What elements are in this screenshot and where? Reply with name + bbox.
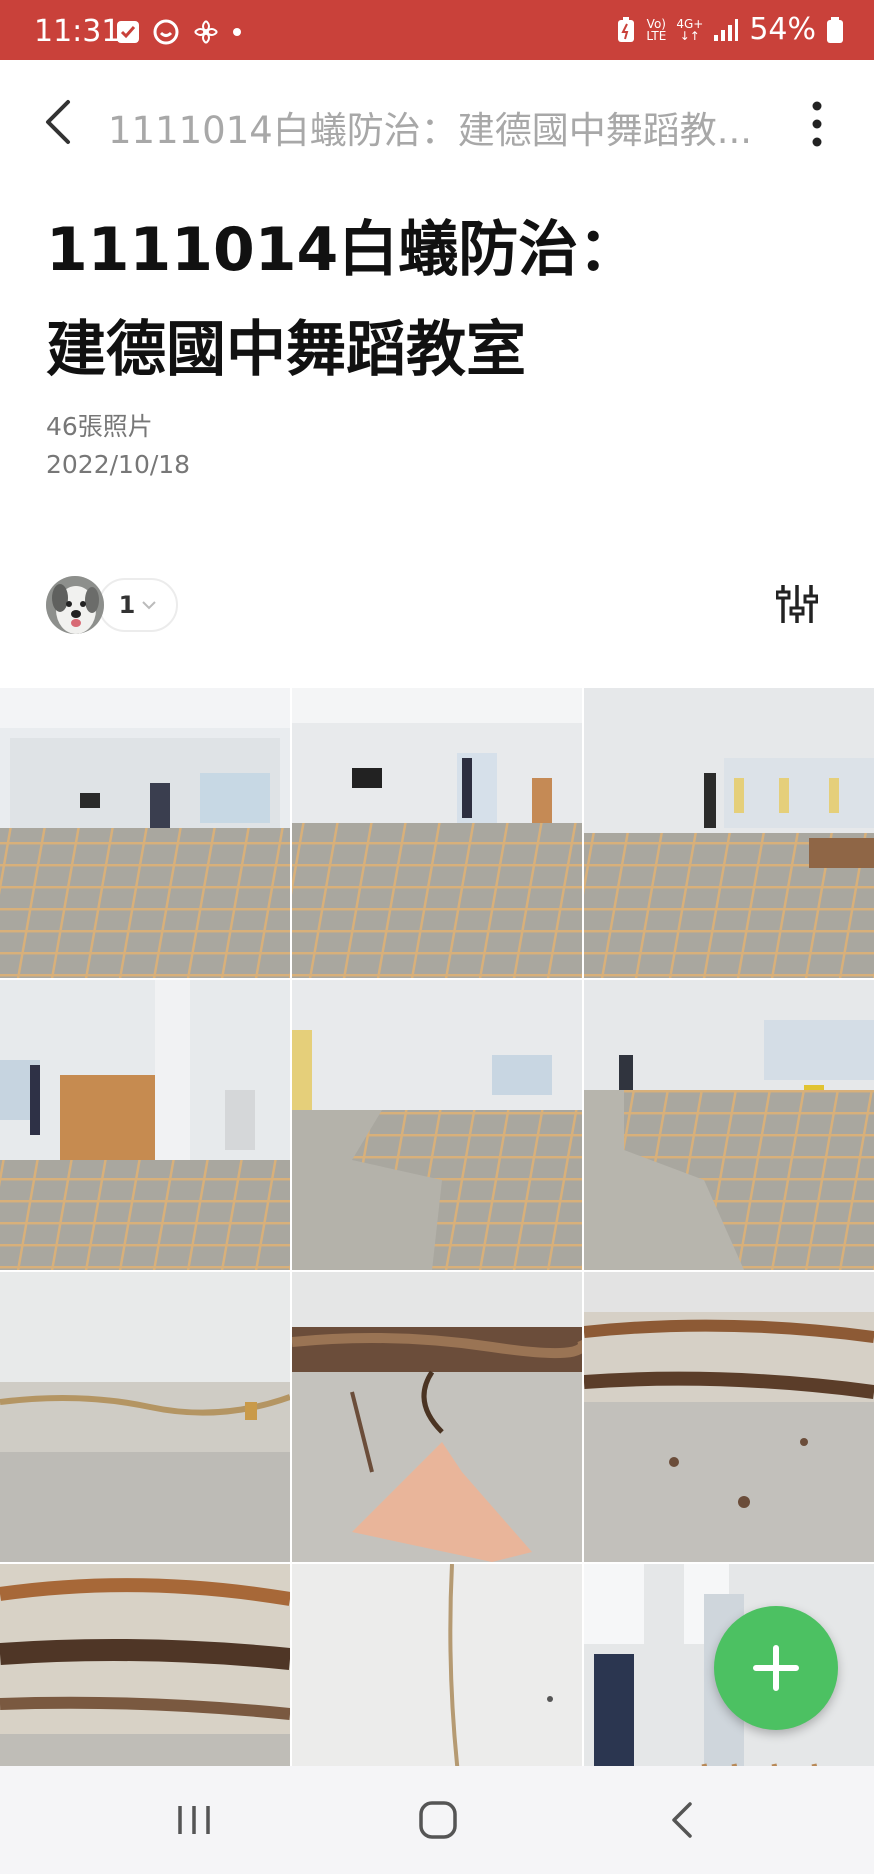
battery-icon bbox=[827, 16, 843, 43]
mobile-data-indicator: 4G+ ↓↑ bbox=[676, 16, 704, 43]
recents-button[interactable] bbox=[164, 1790, 224, 1850]
checkbox-notification-icon bbox=[117, 21, 139, 43]
photo-thumbnail[interactable] bbox=[584, 980, 874, 1270]
home-button[interactable] bbox=[408, 1790, 468, 1850]
home-icon bbox=[419, 1801, 457, 1839]
photo-thumbnail[interactable] bbox=[0, 980, 290, 1270]
more-vertical-icon bbox=[812, 101, 822, 147]
more-options-button[interactable] bbox=[802, 96, 832, 152]
status-time: 11:31 bbox=[34, 14, 121, 49]
photo-thumbnail[interactable] bbox=[292, 688, 582, 978]
fan-notification-icon bbox=[194, 20, 218, 44]
photo-thumbnail[interactable] bbox=[292, 980, 582, 1270]
member-count: 1 bbox=[118, 591, 136, 619]
recents-icon bbox=[178, 1806, 210, 1834]
app-bar-title: 1111014白蟻防治：建德國中舞蹈教... bbox=[108, 109, 753, 152]
photo-thumbnail[interactable] bbox=[292, 1564, 582, 1766]
add-photo-button[interactable] bbox=[714, 1606, 838, 1730]
album-title: 1111014白蟻防治： 建德國中舞蹈教室 bbox=[46, 200, 826, 400]
album-title-line-1: 1111014白蟻防治： bbox=[46, 215, 639, 285]
album-meta: 46張照片 2022/10/18 bbox=[46, 408, 190, 484]
chevron-left-icon bbox=[46, 100, 70, 144]
photo-thumbnail[interactable] bbox=[584, 688, 874, 978]
chat-notification-icon bbox=[153, 19, 179, 45]
album-title-line-2: 建德國中舞蹈教室 bbox=[46, 315, 526, 385]
photo-thumbnail[interactable] bbox=[0, 1564, 290, 1766]
photo-count: 46張照片 bbox=[46, 412, 153, 441]
photo-thumbnail[interactable] bbox=[292, 1272, 582, 1562]
volte-indicator: Vo) LTE bbox=[646, 16, 667, 43]
back-button[interactable] bbox=[36, 96, 84, 148]
photo-thumbnail[interactable] bbox=[0, 688, 290, 978]
status-bar: 11:31 Vo) LTE 4G+ ↓↑ 54% bbox=[0, 0, 874, 60]
notification-icons bbox=[116, 18, 242, 46]
battery-percent: 54% bbox=[749, 12, 816, 47]
plus-icon bbox=[753, 1645, 799, 1691]
photo-thumbnail[interactable] bbox=[0, 1272, 290, 1562]
dog-avatar-icon bbox=[46, 576, 104, 634]
member-count-dropdown[interactable]: 1 bbox=[98, 578, 178, 632]
album-date: 2022/10/18 bbox=[46, 450, 191, 479]
signal-icon bbox=[714, 18, 739, 41]
app-bar: 1111014白蟻防治：建德國中舞蹈教... bbox=[0, 60, 874, 184]
battery-saver-icon bbox=[618, 16, 635, 42]
sliders-icon bbox=[775, 585, 819, 623]
avatar[interactable] bbox=[46, 576, 104, 634]
photo-grid bbox=[0, 688, 874, 1766]
filter-button[interactable] bbox=[775, 582, 819, 626]
back-icon bbox=[672, 1802, 692, 1838]
photo-thumbnail[interactable] bbox=[584, 1272, 874, 1562]
chevron-down-icon bbox=[142, 601, 157, 610]
system-nav-bar bbox=[0, 1766, 874, 1874]
status-right: Vo) LTE 4G+ ↓↑ 54% bbox=[616, 12, 844, 47]
dot-notification-icon bbox=[233, 28, 241, 36]
nav-back-button[interactable] bbox=[654, 1790, 714, 1850]
